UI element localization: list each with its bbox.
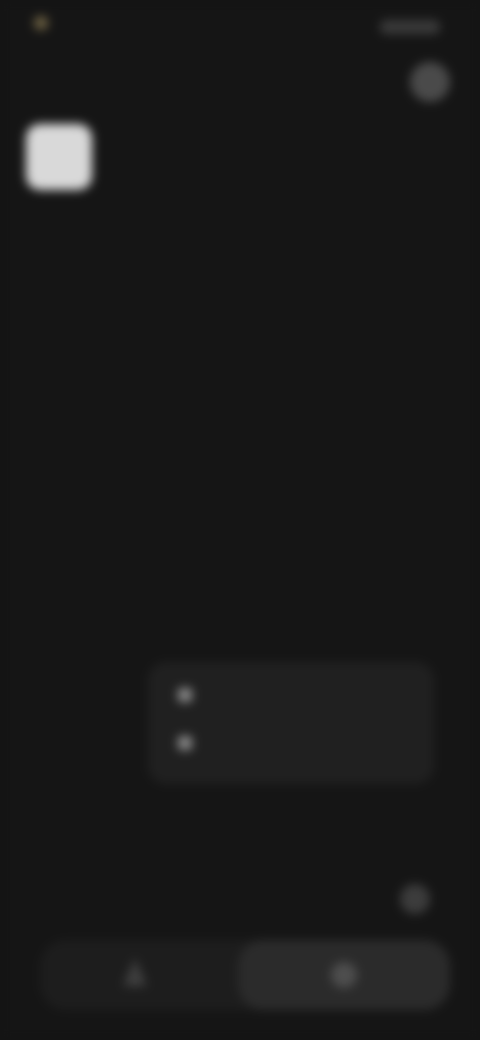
triangle-icon <box>123 958 147 986</box>
option-item-2[interactable] <box>178 736 340 750</box>
options-card <box>148 662 434 784</box>
primary-action-button[interactable] <box>238 940 450 1010</box>
bottom-bar <box>40 940 450 1010</box>
status-dot-icon <box>34 16 48 30</box>
circle-icon <box>331 962 357 988</box>
mic-icon[interactable] <box>400 884 430 914</box>
menu-icon[interactable] <box>410 62 450 102</box>
status-bar-left <box>34 16 56 30</box>
triangle-button[interactable] <box>110 954 160 998</box>
option-icon <box>178 688 192 702</box>
app-screen <box>0 0 480 1040</box>
app-logo-icon <box>26 124 92 190</box>
option-icon <box>178 736 192 750</box>
status-indicators <box>380 20 440 34</box>
option-item-1[interactable] <box>178 688 340 702</box>
